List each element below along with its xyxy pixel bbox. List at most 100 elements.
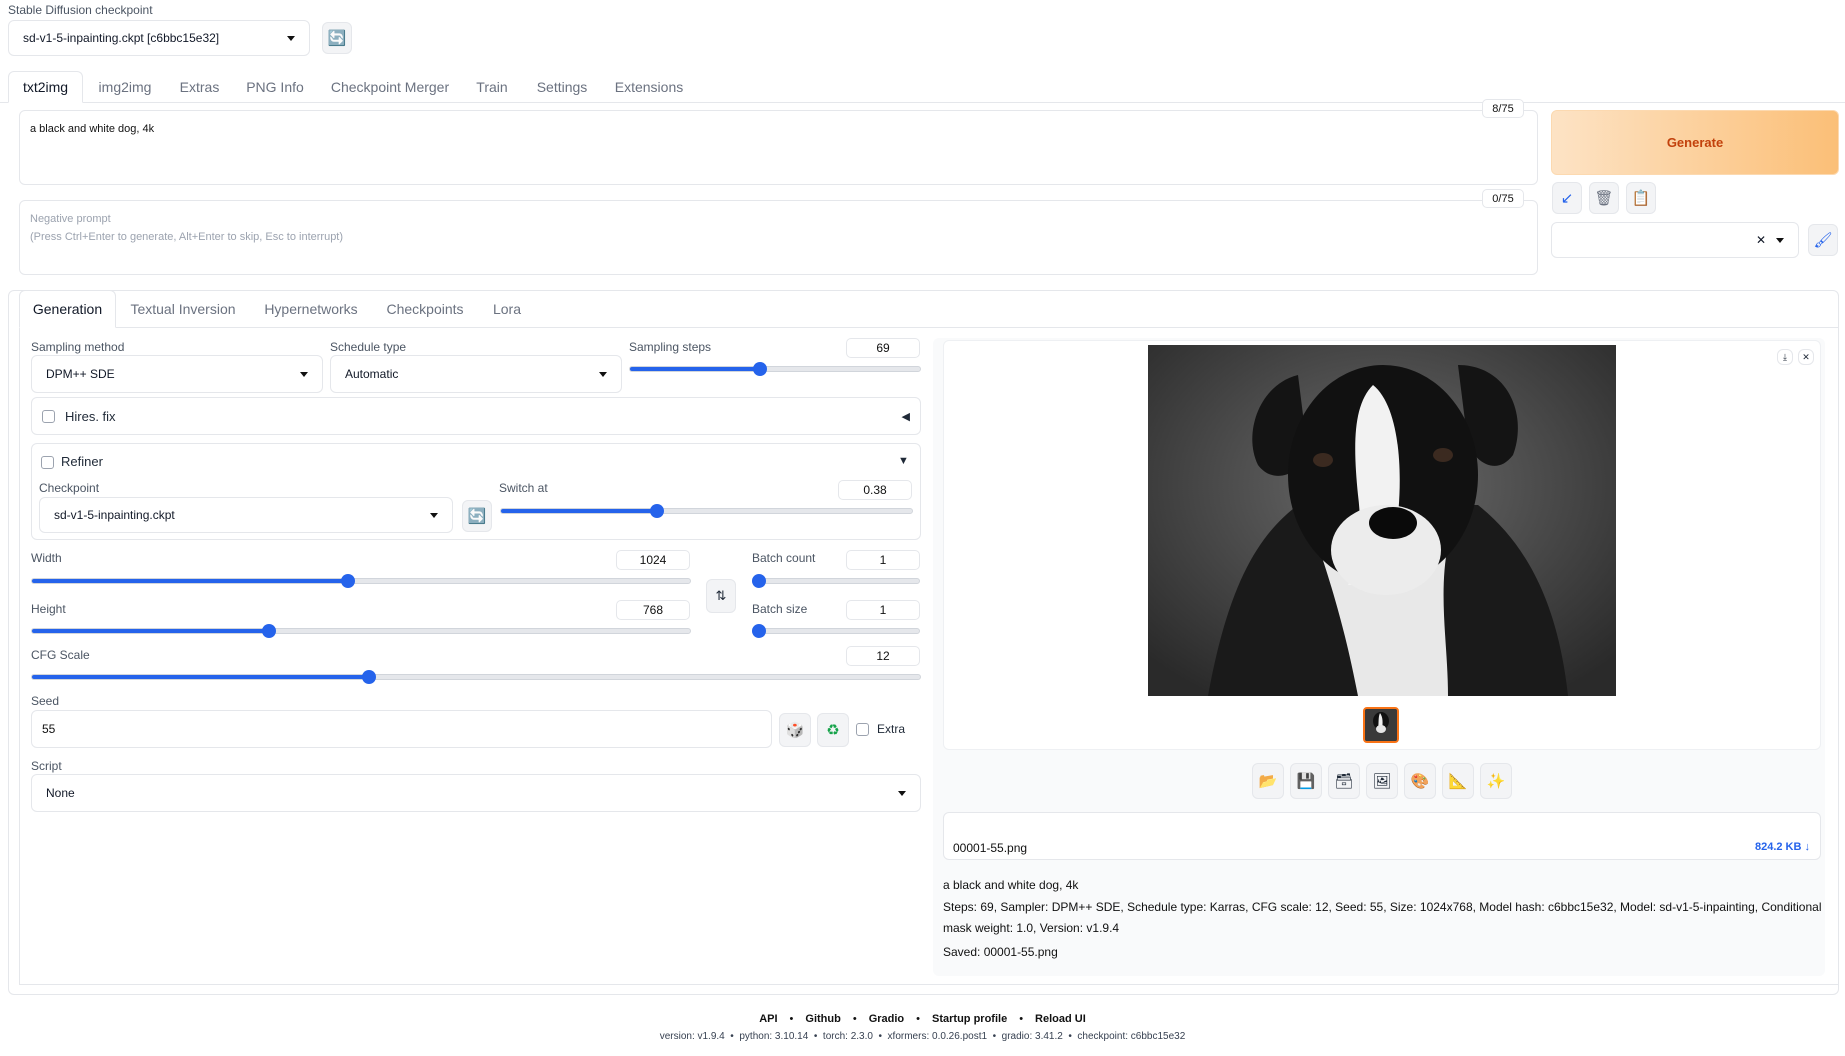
refiner-label: Refiner <box>61 454 103 469</box>
zip-button[interactable]: 🗃 <box>1328 763 1360 799</box>
dice-icon: 🎲 <box>785 722 805 739</box>
tab-img2img[interactable]: img2img <box>94 71 156 103</box>
switch-at-slider[interactable] <box>500 504 913 518</box>
negative-prompt-hint: (Press Ctrl+Enter to generate, Alt+Enter… <box>30 231 344 243</box>
slider-thumb[interactable] <box>752 624 766 638</box>
refresh-refiner-button[interactable]: 🔄 <box>462 500 492 532</box>
refiner-checkpoint-dropdown[interactable]: sd-v1-5-inpainting.ckpt <box>39 497 453 533</box>
send-to-img2img-button[interactable]: 🖼 <box>1366 763 1398 799</box>
height-input[interactable]: 768 <box>616 600 690 620</box>
reuse-seed-button[interactable]: ♻ <box>817 713 849 747</box>
script-dropdown[interactable]: None <box>31 774 921 812</box>
generate-button[interactable]: Generate <box>1551 110 1839 175</box>
cfg-scale-input[interactable]: 12 <box>846 646 920 666</box>
save-button[interactable]: 💾 <box>1290 763 1322 799</box>
tab-generation[interactable]: Generation <box>19 290 116 328</box>
batch-count-input[interactable]: 1 <box>846 550 920 570</box>
extra-seed-checkbox[interactable] <box>856 723 869 736</box>
tab-checkpoint-merger[interactable]: Checkpoint Merger <box>326 71 454 103</box>
refiner-checkpoint-value: sd-v1-5-inpainting.ckpt <box>54 508 175 522</box>
slider-thumb[interactable] <box>752 574 766 588</box>
batch-size-input[interactable]: 1 <box>846 600 920 620</box>
sampling-steps-slider[interactable] <box>629 362 921 376</box>
footer-link-reload-ui[interactable]: Reload UI <box>1035 1013 1086 1025</box>
chevron-down-icon <box>287 35 295 41</box>
refiner-checkbox[interactable] <box>41 456 54 469</box>
download-image-button[interactable]: ⤓ <box>1777 349 1793 365</box>
slider-thumb[interactable] <box>340 574 355 588</box>
edit-styles-button[interactable]: 🖌 <box>1808 224 1838 256</box>
checkpoint-dropdown[interactable]: sd-v1-5-inpainting.ckpt [c6bbc15e32] <box>8 20 310 56</box>
width-input[interactable]: 1024 <box>616 550 690 570</box>
checkpoint-value: sd-v1-5-inpainting.ckpt [c6bbc15e32] <box>23 31 220 45</box>
hires-fix-checkbox[interactable] <box>42 409 55 423</box>
sampling-method-label: Sampling method <box>31 340 125 354</box>
chevron-down-icon <box>599 371 607 377</box>
thumbnail[interactable] <box>1363 707 1399 743</box>
send-to-inpaint-button[interactable]: 🎨 <box>1404 763 1436 799</box>
slider-thumb[interactable] <box>261 624 276 638</box>
clear-prompt-button[interactable]: 🗑 <box>1589 182 1619 214</box>
tab-txt2img[interactable]: txt2img <box>8 71 83 103</box>
extra-seed-label: Extra <box>877 722 906 736</box>
switch-at-input[interactable]: 0.38 <box>838 480 912 500</box>
info-params: Steps: 69, Sampler: DPM++ SDE, Schedule … <box>943 900 1822 935</box>
clear-icon[interactable]: ✕ <box>1756 233 1766 247</box>
styles-dropdown[interactable]: ✕ <box>1551 222 1799 258</box>
refresh-icon: 🔄 <box>327 30 347 47</box>
generated-image[interactable] <box>1148 345 1616 696</box>
negative-prompt-placeholder: Negative prompt <box>30 213 111 225</box>
folder-icon: 📂 <box>1258 773 1278 790</box>
prompt-text: a black and white dog, 4k <box>30 123 155 135</box>
tab-hypernetworks[interactable]: Hypernetworks <box>257 290 365 328</box>
tab-lora[interactable]: Lora <box>487 290 527 328</box>
footer-link-github[interactable]: Github <box>805 1013 840 1025</box>
collapse-arrow-icon[interactable]: ◀ <box>902 410 910 423</box>
schedule-type-dropdown[interactable]: Automatic <box>330 355 622 393</box>
random-seed-button[interactable]: 🎲 <box>779 713 811 747</box>
negative-prompt-textarea[interactable]: Negative prompt (Press Ctrl+Enter to gen… <box>19 200 1538 275</box>
sparkles-icon: ✨ <box>1486 773 1506 790</box>
seed-input[interactable]: 55 <box>31 710 772 748</box>
tab-extras[interactable]: Extras <box>172 71 227 103</box>
footer-version-line: version: v1.9.4 • python: 3.10.14 • torc… <box>659 1031 1186 1042</box>
slider-thumb[interactable] <box>753 362 768 376</box>
prompt-textarea[interactable]: a black and white dog, 4k <box>19 110 1538 185</box>
tab-settings[interactable]: Settings <box>530 71 594 103</box>
swap-icon: ⇅ <box>715 588 727 603</box>
refiner-checkpoint-label: Checkpoint <box>39 481 100 495</box>
footer-link-gradio[interactable]: Gradio <box>869 1013 904 1025</box>
trash-icon: 🗑 <box>1594 190 1614 207</box>
slider-thumb[interactable] <box>362 670 377 684</box>
apply-styles-button[interactable]: 📋 <box>1626 182 1656 214</box>
close-image-button[interactable]: ✕ <box>1798 349 1814 365</box>
output-filesize[interactable]: 824.2 KB ↓ <box>1720 841 1810 853</box>
sampling-steps-input[interactable]: 69 <box>846 338 920 358</box>
tab-png-info[interactable]: PNG Info <box>240 71 310 103</box>
thumbnail-image <box>1365 709 1397 741</box>
tab-train[interactable]: Train <box>468 71 516 103</box>
send-to-extras-button[interactable]: 📐 <box>1442 763 1474 799</box>
arrow-import-icon: ↙ <box>1560 190 1574 207</box>
slider-thumb[interactable] <box>649 504 664 518</box>
output-filename[interactable]: 00001-55.png <box>953 841 1027 855</box>
sampling-method-dropdown[interactable]: DPM++ SDE <box>31 355 323 393</box>
info-saved: Saved: 00001-55.png <box>943 945 1058 959</box>
upscale-button[interactable]: ✨ <box>1480 763 1512 799</box>
cfg-scale-slider[interactable] <box>31 670 921 684</box>
height-slider[interactable] <box>31 624 691 638</box>
width-slider[interactable] <box>31 574 691 588</box>
tab-textual-inversion[interactable]: Textual Inversion <box>128 290 238 328</box>
swap-dimensions-button[interactable]: ⇅ <box>706 579 736 613</box>
tab-extensions[interactable]: Extensions <box>610 71 688 103</box>
batch-count-slider[interactable] <box>752 574 920 588</box>
footer-link-startup-profile[interactable]: Startup profile <box>932 1013 1007 1025</box>
open-folder-button[interactable]: 📂 <box>1252 763 1284 799</box>
read-params-button[interactable]: ↙ <box>1552 182 1582 214</box>
refresh-checkpoint-button[interactable]: 🔄 <box>322 22 352 54</box>
tab-checkpoints[interactable]: Checkpoints <box>380 290 470 328</box>
batch-size-slider[interactable] <box>752 624 920 638</box>
footer-link-api[interactable]: API <box>759 1013 777 1025</box>
expand-arrow-icon[interactable]: ▼ <box>898 455 909 467</box>
hires-fix-accordion[interactable]: Hires. fix ◀ <box>31 397 921 435</box>
